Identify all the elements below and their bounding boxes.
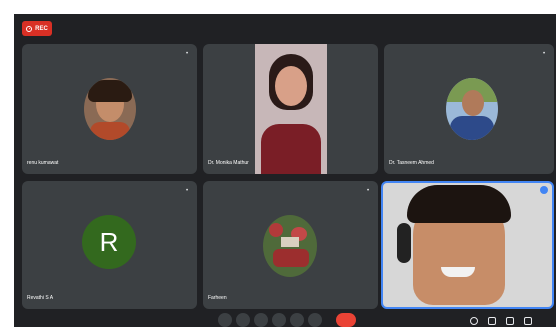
mic-off-icon: • [186, 51, 189, 57]
meeting-stage: REC • renu kumawat Dr. Monika Mathur • D… [14, 14, 556, 327]
participant-tile-5[interactable]: • Farheen [203, 181, 378, 309]
present-icon[interactable] [290, 313, 304, 327]
mic-off-icon: • [543, 51, 546, 57]
participant-video [255, 44, 327, 174]
participant-name: Farheen [208, 295, 227, 301]
mic-icon[interactable] [218, 313, 232, 327]
record-icon [26, 25, 33, 32]
participant-avatar [84, 78, 136, 140]
participant-name: Dr. Monika Mathur [208, 160, 249, 166]
captions-icon[interactable] [254, 313, 268, 327]
activities-icon[interactable] [524, 317, 532, 325]
people-icon[interactable] [488, 317, 496, 325]
more-icon[interactable] [308, 313, 322, 327]
recording-badge: REC [22, 21, 52, 36]
participant-name: Revathi S A [27, 295, 54, 301]
camera-icon[interactable] [236, 313, 250, 327]
chat-icon[interactable] [506, 317, 514, 325]
participant-tile-3[interactable]: • Dr. Tasneem Ahmed [384, 44, 554, 174]
participant-avatar [263, 215, 317, 277]
recording-label: REC [35, 25, 48, 32]
participant-tile-2[interactable]: Dr. Monika Mathur [203, 44, 378, 174]
end-call-icon[interactable] [336, 313, 356, 327]
avatar-initial: R [99, 226, 119, 257]
participant-avatar: R [82, 215, 136, 269]
headset-icon [397, 223, 411, 263]
info-icon[interactable] [470, 317, 478, 325]
participant-name: renu kumawat [27, 160, 59, 166]
participant-tile-4[interactable]: R • Revathi S A [22, 181, 197, 309]
participant-avatar [446, 78, 498, 140]
mic-off-icon: • [186, 188, 189, 194]
participant-tile-1[interactable]: • renu kumawat [22, 44, 197, 174]
speaking-icon [540, 186, 548, 194]
participant-tile-6-active-speaker[interactable] [381, 181, 554, 309]
participant-name: Dr. Tasneem Ahmed [389, 160, 434, 166]
raise-hand-icon[interactable] [272, 313, 286, 327]
mic-off-icon: • [367, 188, 370, 194]
meeting-toolbar [14, 307, 556, 327]
